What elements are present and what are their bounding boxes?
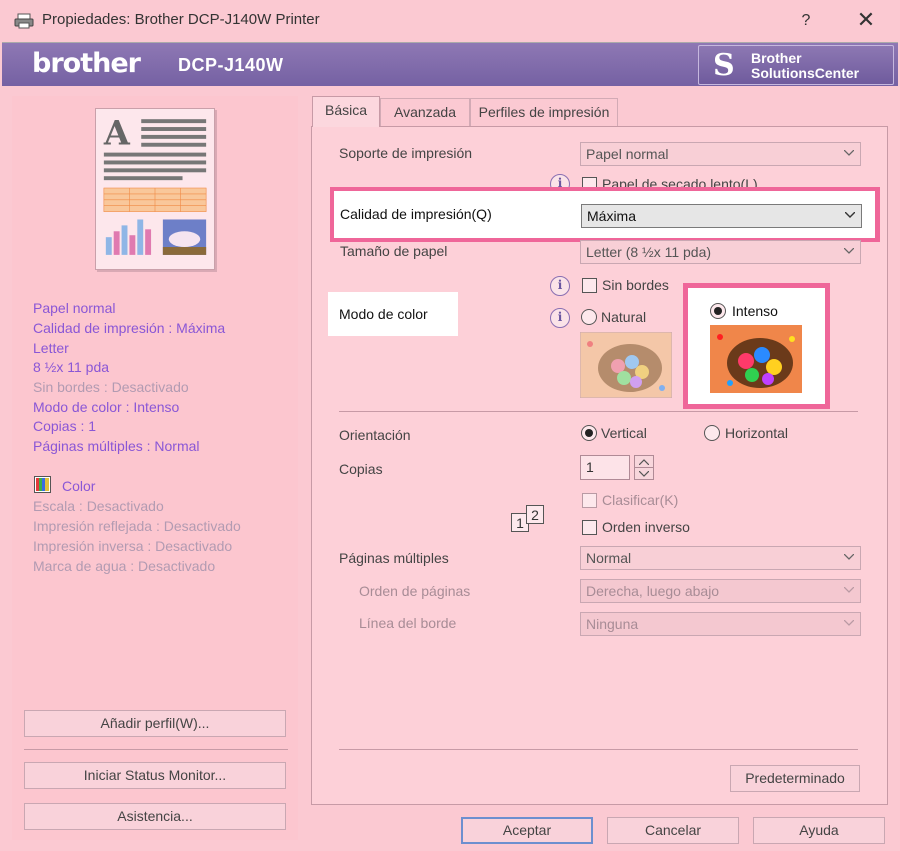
vivid-label: Intenso (732, 303, 778, 319)
chevron-down-icon (845, 212, 855, 218)
landscape-label: Horizontal (725, 425, 789, 441)
help-title-button[interactable]: ? (790, 6, 822, 36)
reverse-order-checkbox[interactable] (582, 520, 597, 535)
reverse-order-label: Orden inverso (602, 519, 690, 535)
solutions-center-icon: S (713, 48, 735, 83)
page-order-select[interactable]: Derecha, luego abajo (580, 579, 861, 603)
summary-media: Papel normal (33, 300, 116, 316)
support-button[interactable]: Asistencia... (24, 803, 286, 830)
close-icon[interactable]: ✕ (848, 6, 884, 36)
summary-borderless: Sin bordes : Desactivado (33, 379, 189, 395)
divider (339, 749, 858, 750)
summary-scale: Escala : Desactivado (33, 498, 164, 514)
cancel-button[interactable]: Cancelar (607, 817, 739, 844)
portrait-label: Vertical (601, 425, 647, 441)
divider (24, 749, 288, 750)
chevron-down-icon (844, 554, 854, 560)
brand-banner: brother DCP-J140W S Brother SolutionsCen… (2, 42, 898, 86)
svg-text:A: A (103, 114, 131, 153)
border-line-label: Línea del borde (359, 615, 457, 631)
quality-label: Calidad de impresión(Q) (340, 206, 492, 222)
copies-input[interactable]: 1 (580, 455, 630, 480)
solutions-center-label-line1: Brother (751, 50, 802, 66)
summary-reverse-print: Impresión inversa : Desactivado (33, 538, 233, 554)
summary-paper: Letter (33, 340, 69, 356)
multi-page-value: Normal (586, 550, 632, 566)
summary-paper-size: 8 ½x 11 pda (33, 359, 110, 375)
summary-color-mode: Modo de color : Intenso (33, 399, 180, 415)
portrait-radio[interactable] (581, 425, 597, 441)
media-type-value: Papel normal (586, 146, 669, 162)
collate-checkbox[interactable] (582, 493, 597, 508)
chevron-down-icon (844, 620, 854, 626)
page-preview-image: A (95, 108, 215, 270)
copies-stepper[interactable] (634, 455, 654, 480)
natural-label: Natural (601, 309, 647, 325)
status-monitor-button[interactable]: Iniciar Status Monitor... (24, 762, 286, 789)
quality-value: Máxima (587, 208, 637, 224)
borderless-checkbox[interactable] (582, 278, 597, 293)
border-line-value: Ninguna (586, 616, 639, 632)
page-order-icon: 1 2 (511, 505, 551, 539)
landscape-radio[interactable] (704, 425, 720, 441)
tab-perfiles[interactable]: Perfiles de impresión (470, 98, 618, 126)
page-order-label: Orden de páginas (359, 583, 471, 599)
copies-label: Copias (339, 461, 383, 477)
vivid-radio[interactable] (710, 303, 726, 319)
paper-size-label: Tamaño de papel (340, 243, 448, 259)
solutions-center-button[interactable]: S Brother SolutionsCenter (698, 45, 894, 85)
chevron-down-icon (844, 150, 854, 156)
chevron-up-icon[interactable] (639, 459, 649, 465)
default-button[interactable]: Predeterminado (730, 765, 860, 792)
divider (339, 411, 858, 412)
summary-watermark: Marca de agua : Desactivado (33, 558, 216, 574)
tab-avanzada[interactable]: Avanzada (380, 98, 470, 126)
printer-icon (14, 13, 34, 29)
collate-label: Clasificar(K) (602, 492, 679, 508)
page-order-value: Derecha, luego abajo (586, 583, 720, 599)
summary-quality: Calidad de impresión : Máxima (33, 320, 226, 336)
media-type-select[interactable]: Papel normal (580, 142, 861, 166)
solutions-center-label-line2: SolutionsCenter (751, 65, 860, 81)
summary-color: Color (62, 478, 96, 494)
summary-multi-page: Páginas múltiples : Normal (33, 438, 200, 454)
borderless-label: Sin bordes (602, 277, 669, 293)
basic-tab-panel: Soporte de impresión Papel normal i Pape… (311, 126, 888, 805)
border-line-select[interactable]: Ninguna (580, 612, 861, 636)
paper-size-select[interactable]: Letter (8 ½x 11 pda) (580, 240, 861, 264)
title-bar[interactable]: Propiedades: Brother DCP-J140W Printer ?… (0, 0, 900, 42)
settings-summary-panel: A Papel normal Calidad de impresión : Má… (12, 96, 298, 840)
color-icon (34, 476, 51, 493)
chevron-down-icon (844, 587, 854, 593)
model-name: DCP-J140W (178, 55, 284, 75)
chevron-down-icon[interactable] (639, 471, 649, 477)
help-button[interactable]: Ayuda (753, 817, 885, 844)
media-type-label: Soporte de impresión (339, 145, 473, 161)
summary-copies: Copias : 1 (33, 418, 97, 434)
quality-select[interactable]: Máxima (581, 204, 862, 228)
natural-radio[interactable] (581, 309, 597, 325)
chevron-down-icon (844, 248, 854, 254)
summary-mirror: Impresión reflejada : Desactivado (33, 518, 241, 534)
info-icon[interactable]: i (550, 308, 570, 328)
tab-basica[interactable]: Básica (312, 96, 380, 127)
paper-size-value: Letter (8 ½x 11 pda) (586, 244, 712, 260)
window-title: Propiedades: Brother DCP-J140W Printer (42, 11, 320, 28)
multi-page-label: Páginas múltiples (339, 550, 449, 566)
orientation-label: Orientación (339, 427, 411, 443)
accept-button[interactable]: Aceptar (461, 817, 593, 844)
brother-logo: brother (32, 48, 141, 79)
add-profile-button[interactable]: Añadir perfil(W)... (24, 710, 286, 737)
vivid-color-sample (710, 325, 802, 393)
color-mode-label: Modo de color (339, 306, 428, 322)
info-icon[interactable]: i (550, 276, 570, 296)
natural-color-sample (580, 332, 672, 398)
multi-page-select[interactable]: Normal (580, 546, 861, 570)
